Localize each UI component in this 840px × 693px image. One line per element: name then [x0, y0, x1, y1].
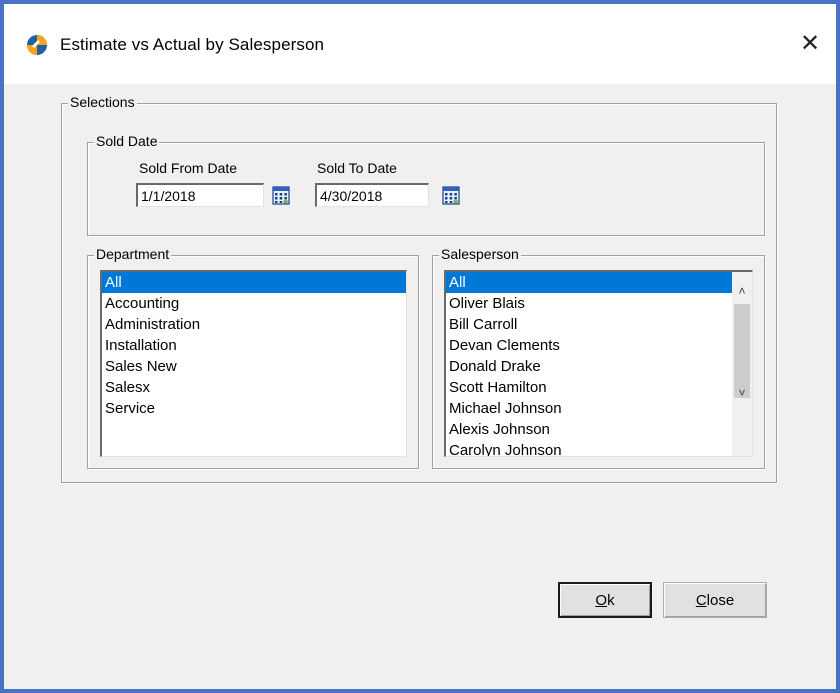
ok-button[interactable]: Ok — [558, 582, 652, 618]
salesperson-list-item[interactable]: Michael Johnson — [446, 398, 752, 419]
salesperson-list-item[interactable]: Devan Clements — [446, 335, 752, 356]
dialog-body: Selections Sold Date Sold From Date Sold… — [4, 84, 836, 689]
department-group-label: Department — [94, 246, 172, 262]
department-list-item[interactable]: Installation — [102, 335, 406, 356]
department-list-item[interactable]: Accounting — [102, 293, 406, 314]
ok-rest: k — [607, 591, 615, 609]
title-bar[interactable]: Estimate vs Actual by Salesperson ✕ — [4, 4, 836, 84]
to-date-calendar-icon[interactable] — [440, 184, 462, 206]
salesperson-list-item[interactable]: Carolyn Johnson — [446, 440, 752, 456]
department-list-item[interactable]: Service — [102, 398, 406, 419]
close-button[interactable]: Close — [663, 582, 767, 618]
sold-from-date-input[interactable] — [136, 183, 264, 207]
department-list-item[interactable]: Salesx — [102, 377, 406, 398]
scroll-up-icon[interactable]: ˄ — [732, 282, 752, 300]
dialog-window: Estimate vs Actual by Salesperson ✕ Sele… — [4, 4, 836, 689]
scroll-down-icon[interactable]: ˅ — [732, 384, 752, 402]
sold-date-group-label: Sold Date — [94, 133, 160, 149]
salesperson-list-item[interactable]: All — [446, 272, 752, 293]
sold-to-date-input[interactable] — [315, 183, 429, 207]
from-date-calendar-icon[interactable] — [270, 184, 292, 206]
sold-to-date-label: Sold To Date — [317, 160, 397, 176]
salesperson-list-item[interactable]: Donald Drake — [446, 356, 752, 377]
department-list-item[interactable]: Administration — [102, 314, 406, 335]
salesperson-list-item[interactable]: Oliver Blais — [446, 293, 752, 314]
salesperson-scrollbar[interactable]: ˄ ˅ — [732, 272, 752, 456]
department-list-item[interactable]: All — [102, 272, 406, 293]
salesperson-group-label: Salesperson — [439, 246, 521, 262]
salesperson-list-item[interactable]: Scott Hamilton — [446, 377, 752, 398]
selections-group-label: Selections — [68, 94, 137, 110]
close-window-icon[interactable]: ✕ — [796, 30, 824, 58]
salesperson-list-item[interactable]: Alexis Johnson — [446, 419, 752, 440]
sold-from-date-label: Sold From Date — [139, 160, 238, 176]
department-listbox[interactable]: All Accounting Administration Installation S… — [100, 270, 407, 457]
app-logo-icon — [27, 35, 47, 55]
close-rest: lose — [706, 591, 735, 609]
department-list-item[interactable]: Sales New — [102, 356, 406, 377]
salesperson-listbox[interactable]: All Oliver Blais Bill Carroll Devan Clement… — [444, 270, 753, 457]
ok-accel: O — [595, 591, 608, 609]
close-accel: C — [695, 591, 707, 609]
window-title: Estimate vs Actual by Salesperson — [60, 35, 325, 54]
salesperson-list-item[interactable]: Bill Carroll — [446, 314, 752, 335]
